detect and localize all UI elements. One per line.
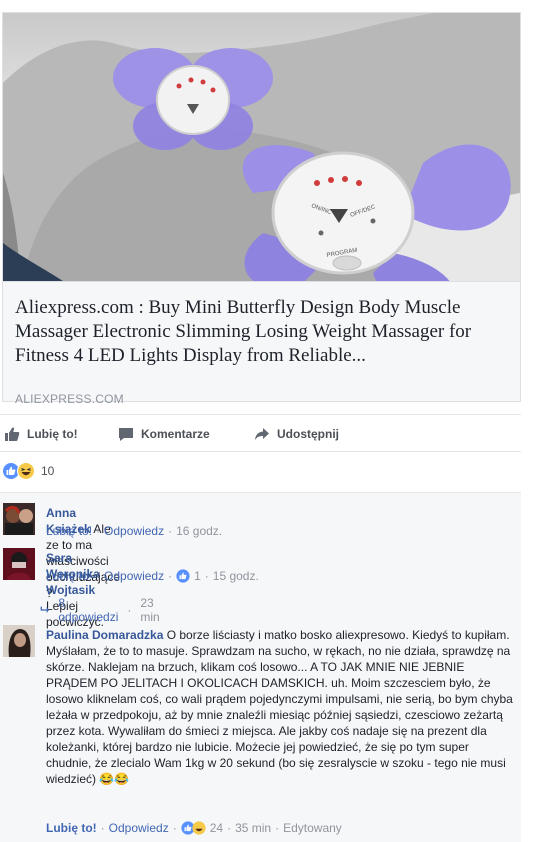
post-action-bar: Lubię to! Komentarze Udostępnij bbox=[0, 414, 521, 452]
comment-time[interactable]: 35 min bbox=[235, 821, 271, 835]
comment-author[interactable]: Paulina Domaradzka bbox=[46, 628, 163, 642]
like-button[interactable]: Lubię to! bbox=[4, 425, 78, 443]
replies-time: 23 min bbox=[140, 596, 160, 624]
link-title[interactable]: Aliexpress.com : Buy Mini Butterfly Desi… bbox=[15, 296, 515, 368]
comment-like-link[interactable]: Lubię to! bbox=[46, 524, 92, 538]
comment-reply-link[interactable]: Odpowiedz bbox=[104, 524, 164, 538]
avatar[interactable] bbox=[3, 625, 35, 657]
comments-section: Anna Książek Ale ze to ma właściwości od… bbox=[0, 492, 521, 842]
link-preview-card[interactable]: ON/INC OFF/DEC PROGRAM Aliexpress.com : … bbox=[2, 12, 521, 406]
comment-text: O borze liściasty i matko bosko aliexpre… bbox=[46, 628, 513, 786]
product-image[interactable]: ON/INC OFF/DEC PROGRAM bbox=[3, 13, 520, 281]
like-button-label: Lubię to! bbox=[27, 427, 78, 441]
avatar[interactable] bbox=[3, 548, 35, 580]
comment-icon bbox=[119, 428, 133, 441]
share-arrow-icon bbox=[255, 428, 269, 440]
comment-button[interactable]: Komentarze bbox=[118, 425, 210, 443]
massager-photo: ON/INC OFF/DEC PROGRAM bbox=[3, 13, 520, 281]
comment-body: Paulina Domaradzka O borze liściasty i m… bbox=[46, 627, 516, 787]
comment-button-label: Komentarze bbox=[141, 427, 210, 441]
link-preview-text[interactable]: Aliexpress.com : Buy Mini Butterfly Desi… bbox=[3, 281, 520, 406]
thumbs-up-icon bbox=[5, 427, 20, 441]
share-button-label: Udostępnij bbox=[277, 427, 339, 441]
emoji-laughing: 😂😂 bbox=[99, 772, 130, 786]
like-reaction-icon bbox=[176, 569, 190, 583]
comment-meta: Lubię to! · Odpowiedz · 24 · 35 min · Ed… bbox=[46, 821, 342, 835]
comment-meta: Lubię to! · Odpowiedz · 1 · 15 godz. bbox=[46, 569, 259, 583]
haha-reaction-icon bbox=[192, 821, 206, 835]
haha-reaction-icon bbox=[17, 462, 35, 480]
comment-time[interactable]: 16 godz. bbox=[176, 524, 222, 538]
link-domain: ALIEXPRESS.COM bbox=[15, 392, 124, 406]
comment-like-count[interactable]: 24 bbox=[210, 821, 223, 835]
reply-arrow-icon bbox=[40, 606, 49, 613]
comment-meta: Lubię to! · Odpowiedz · 16 godz. bbox=[46, 524, 223, 538]
view-replies-row[interactable]: 8 odpowiedzi · 23 min bbox=[40, 596, 164, 624]
edited-label[interactable]: Edytowany bbox=[283, 821, 342, 835]
comment-like-count[interactable]: 1 bbox=[194, 569, 201, 583]
comment-like-link[interactable]: Lubię to! bbox=[46, 569, 92, 583]
reaction-count: 10 bbox=[41, 464, 55, 478]
comment-like-link[interactable]: Lubię to! bbox=[46, 821, 97, 835]
post-reactions[interactable]: 10 bbox=[2, 461, 54, 481]
share-button[interactable]: Udostępnij bbox=[254, 425, 339, 443]
comment-reply-link[interactable]: Odpowiedz bbox=[109, 821, 169, 835]
avatar[interactable] bbox=[3, 503, 35, 535]
view-replies-link[interactable]: 8 odpowiedzi bbox=[58, 596, 118, 624]
comment-time[interactable]: 15 godz. bbox=[213, 569, 259, 583]
comment-reply-link[interactable]: Odpowiedz bbox=[104, 569, 164, 583]
